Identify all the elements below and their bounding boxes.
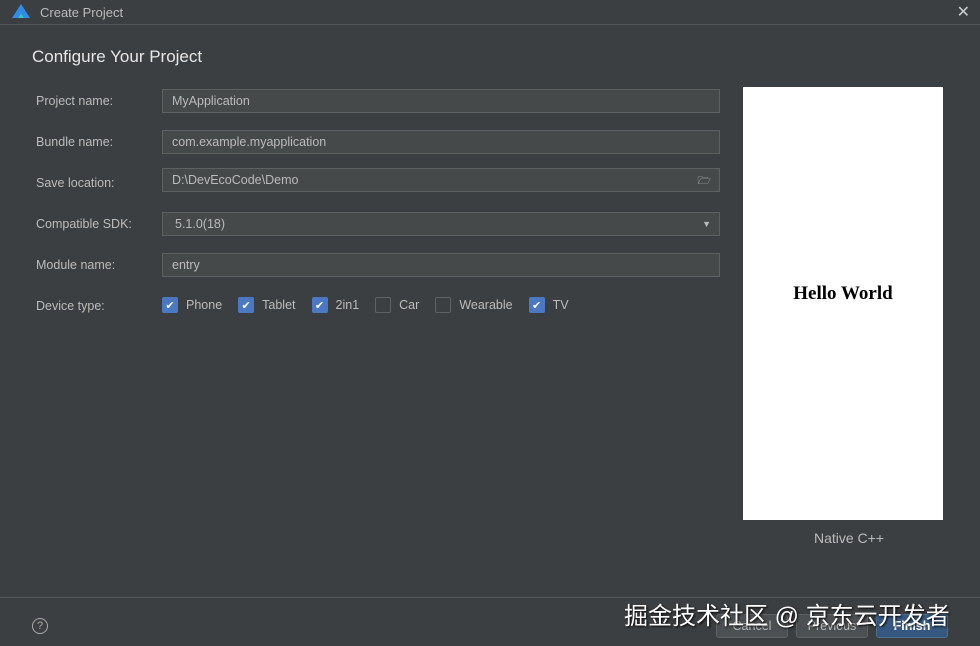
project-name-input[interactable]: MyApplication <box>162 89 720 113</box>
bundle-name-input[interactable]: com.example.myapplication <box>162 130 720 154</box>
compatible-sdk-select[interactable]: 5.1.0(18) ▼ <box>162 212 720 236</box>
save-location-value: D:\DevEcoCode\Demo <box>172 173 299 187</box>
checkbox-phone[interactable]: ✔ Phone <box>162 297 222 313</box>
title-bar: Create Project ✕ <box>0 0 980 25</box>
checkbox-tv[interactable]: ✔ TV <box>528 297 569 313</box>
unchecked-box <box>375 297 392 313</box>
module-name-value: entry <box>172 258 200 272</box>
checkbox-label: 2in1 <box>335 298 360 312</box>
module-name-input[interactable]: entry <box>162 253 720 277</box>
bundle-name-label: Bundle name: <box>36 135 114 149</box>
folder-icon[interactable]: 🗁 <box>697 172 711 191</box>
check-icon: ✔ <box>311 297 328 313</box>
checkbox-tablet[interactable]: ✔ Tablet <box>238 297 296 313</box>
save-location-input[interactable]: D:\DevEcoCode\Demo 🗁 <box>162 168 720 192</box>
save-location-label: Save location: <box>36 176 115 190</box>
checkbox-label: Phone <box>186 298 223 312</box>
compatible-sdk-value: 5.1.0(18) <box>175 217 226 231</box>
module-name-label: Module name: <box>36 258 116 272</box>
checkbox-label: TV <box>552 298 569 312</box>
watermark: 掘金技术社区 @ 京东云开发者 <box>624 603 950 630</box>
checkbox-label: Car <box>399 298 420 312</box>
checkbox-car[interactable]: Car <box>375 297 419 313</box>
help-icon[interactable]: ? <box>32 618 48 634</box>
compatible-sdk-label: Compatible SDK: <box>36 217 132 231</box>
checkbox-label: Wearable <box>459 298 513 312</box>
check-icon: ✔ <box>238 297 255 313</box>
close-icon[interactable]: ✕ <box>957 2 970 22</box>
check-icon: ✔ <box>162 297 178 313</box>
project-name-value: MyApplication <box>172 94 250 108</box>
template-preview: Hello World <box>743 87 943 520</box>
deveco-logo-icon <box>12 4 30 18</box>
checkbox-2in1[interactable]: ✔ 2in1 <box>311 297 360 313</box>
page-title: Configure Your Project <box>32 47 203 66</box>
window-title: Create Project <box>40 5 124 20</box>
preview-text: Hello World <box>793 283 893 304</box>
unchecked-box <box>435 297 452 313</box>
project-name-label: Project name: <box>36 94 114 108</box>
chevron-down-icon: ▼ <box>702 219 711 229</box>
checkbox-label: Tablet <box>262 298 296 312</box>
bundle-name-value: com.example.myapplication <box>172 135 327 149</box>
checkbox-wearable[interactable]: Wearable <box>435 297 513 313</box>
template-name: Native C++ <box>813 530 885 546</box>
device-type-label: Device type: <box>36 299 105 313</box>
device-type-group: ✔ Phone ✔ Tablet ✔ 2in1 Car Wearable ✔ TV <box>162 297 585 313</box>
check-icon: ✔ <box>528 297 545 313</box>
